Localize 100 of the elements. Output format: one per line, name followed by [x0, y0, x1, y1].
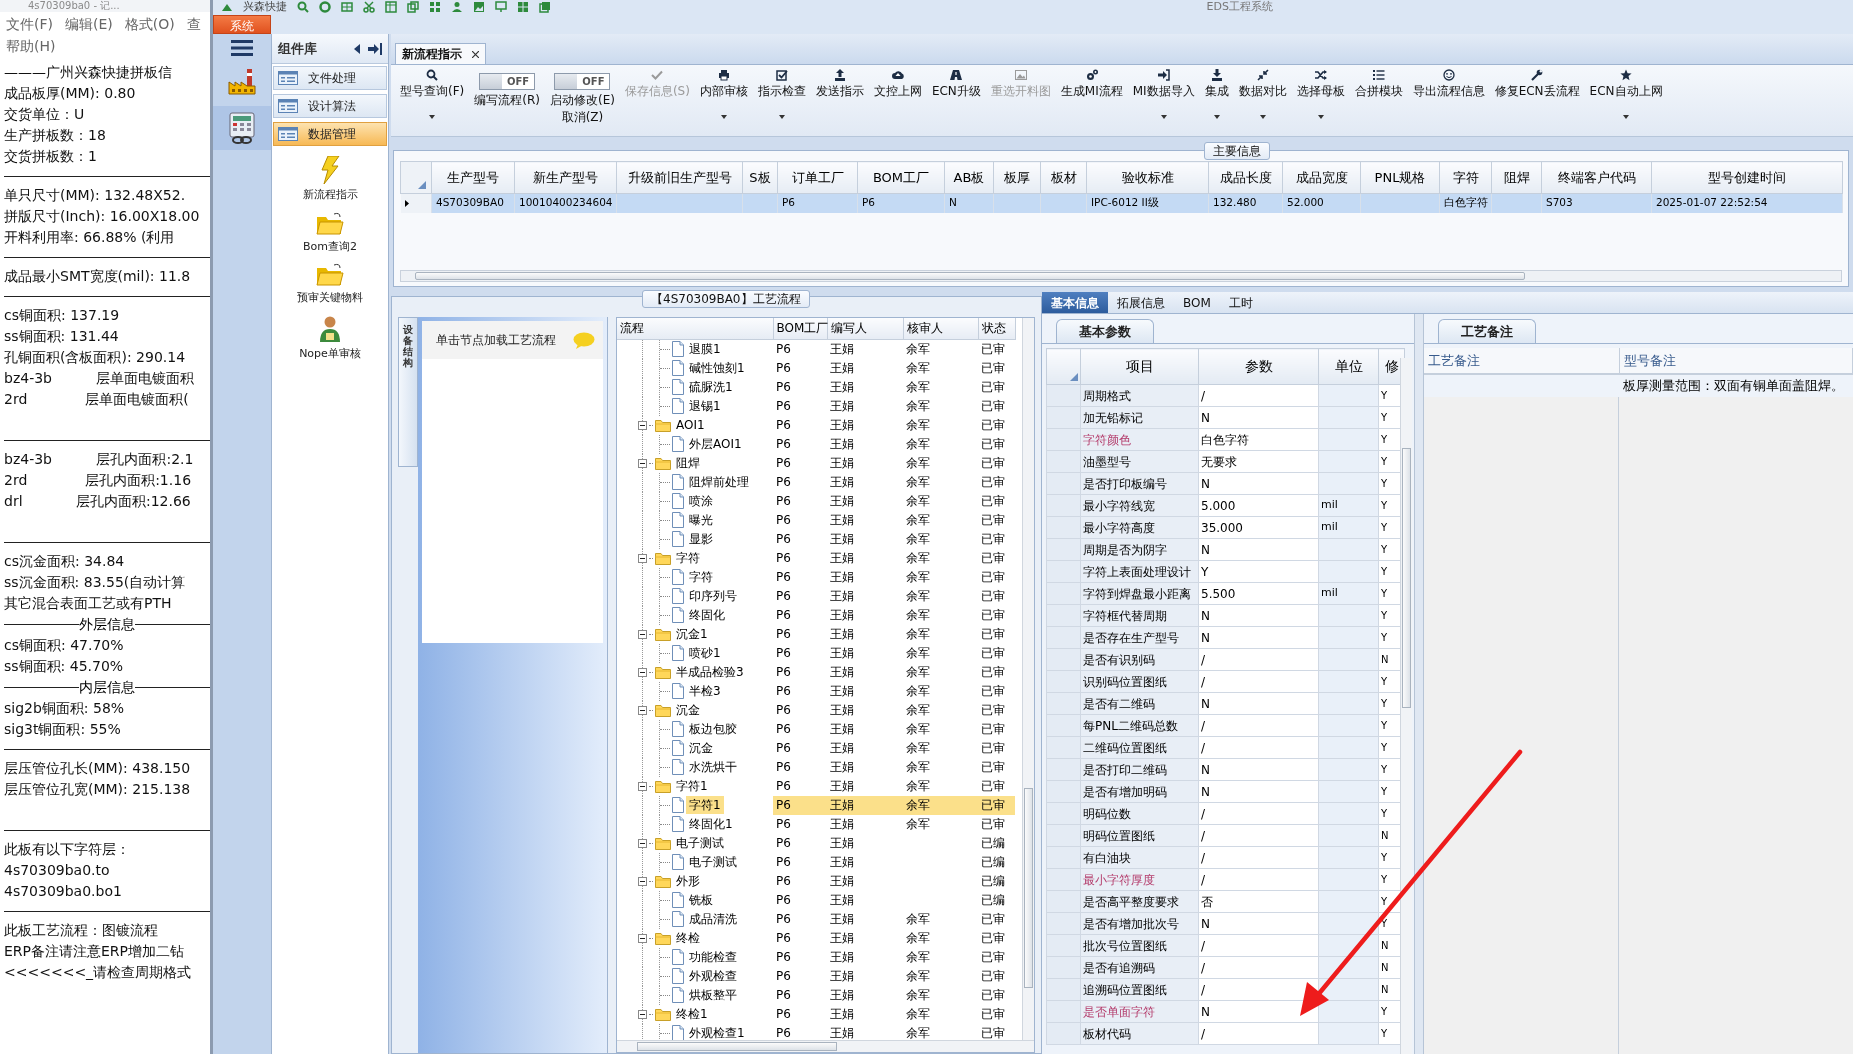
windows-icon[interactable]	[517, 1, 529, 13]
tool-item[interactable]: 预审关键物料	[272, 263, 388, 307]
column-header[interactable]: 新生产型号	[514, 161, 617, 194]
toolbar-button[interactable]: 指示检查	[752, 67, 811, 121]
grid-icon[interactable]	[429, 1, 441, 13]
toolbar-button[interactable]: 集成	[1199, 67, 1234, 121]
column-header[interactable]: 核审人	[903, 318, 978, 339]
collapse-icon[interactable]	[638, 553, 647, 563]
tree-row[interactable]: 碱性蚀刻1 P6 王娟 余军 已审	[617, 358, 1015, 378]
factory-icon[interactable]	[227, 66, 257, 96]
tree-row[interactable]: 印序列号 P6 王娟 余军 已审	[617, 586, 1015, 606]
tree-row[interactable]: 成品清洗 P6 王娟 余军 已审	[617, 909, 1015, 929]
collapse-icon[interactable]	[638, 1009, 647, 1019]
column-header[interactable]: 单位	[1318, 348, 1379, 385]
table-row[interactable]: 4S70309BA0 10010400234604 P6 P6 N IPC-6012 II级 132.480 52.000 白色字符 S703 2025-01-07 22:52:54	[400, 193, 1843, 213]
scrollbar[interactable]	[617, 1040, 1034, 1052]
tree-row[interactable]: 退膜1 P6 王娟 余军 已审	[617, 339, 1015, 359]
scissors-icon[interactable]	[363, 1, 375, 13]
scrollbar[interactable]	[1022, 318, 1034, 1040]
collapse-icon[interactable]	[638, 705, 647, 715]
tree-row[interactable]: 外形 P6 王娟 已编	[617, 871, 1015, 891]
collapse-icon[interactable]	[638, 667, 647, 677]
column-header[interactable]: PNL规格	[1360, 161, 1440, 194]
column-header[interactable]: 验收标准	[1086, 161, 1209, 194]
caret-left-icon[interactable]	[354, 43, 360, 54]
tree-row[interactable]: 板边包胶 P6 王娟 余军 已审	[617, 719, 1015, 739]
tree-row[interactable]: 喷砂1 P6 王娟 余军 已审	[617, 643, 1015, 663]
column-header[interactable]: 参数	[1198, 348, 1319, 385]
tree-row[interactable]: 沉金 P6 王娟 余军 已审	[617, 738, 1015, 758]
collapse-icon[interactable]	[638, 629, 647, 639]
toolbar-button[interactable]: 内部审核	[694, 67, 753, 121]
column-header[interactable]: 工艺备注	[1424, 348, 1619, 374]
tree-row[interactable]: 外层AOI1 P6 王娟 余军 已审	[617, 434, 1015, 454]
side-tab[interactable]: 设备结构	[398, 317, 418, 467]
tree-row[interactable]: 沉金 P6 王娟 余军 已审	[617, 700, 1015, 720]
document-tab[interactable]: 新流程指示	[395, 43, 486, 64]
tree-row[interactable]: 硫脲洗1 P6 王娟 余军 已审	[617, 377, 1015, 397]
toggle-switch[interactable]: OFF	[479, 73, 536, 90]
toolbar-button[interactable]: ECN升级	[926, 67, 986, 100]
menu-item[interactable]: 文件(F)	[6, 14, 53, 34]
person-icon[interactable]	[451, 1, 463, 13]
tree-row[interactable]: 字符1 P6 王娟 余军 已审	[617, 776, 1015, 796]
table-icon[interactable]	[385, 1, 397, 13]
tab[interactable]: 基本信息	[1042, 292, 1108, 313]
menu-item[interactable]: 格式(O)	[124, 14, 175, 34]
collapse-icon[interactable]	[638, 876, 647, 886]
column-header[interactable]: 生产型号	[431, 161, 515, 194]
tree-row[interactable]: 功能检查 P6 王娟 余军 已审	[617, 947, 1015, 967]
tree-row[interactable]: 喷涂 P6 王娟 余军 已审	[617, 491, 1015, 511]
menu-item[interactable]: 帮助(H)	[6, 36, 56, 56]
menu-item[interactable]: 编辑(E)	[65, 14, 113, 34]
monitor-icon[interactable]	[495, 1, 507, 13]
menu-icon[interactable]	[231, 40, 253, 56]
column-header[interactable]: 成品长度	[1208, 161, 1283, 194]
tree-row[interactable]: 字符 P6 王娟 余军 已审	[617, 548, 1015, 568]
tree-row[interactable]: 外观检查 P6 王娟 余军 已审	[617, 966, 1015, 986]
toolbar-button[interactable]: 选择母板	[1291, 67, 1350, 121]
column-header[interactable]: 项目	[1080, 348, 1199, 385]
toolbar-button[interactable]: 发送指示	[810, 67, 869, 100]
tree-row[interactable]: 电子测试 P6 王娟 已编	[617, 852, 1015, 872]
tree-row[interactable]: 烘板整平 P6 王娟 余军 已审	[617, 985, 1015, 1005]
column-header[interactable]: 终端客户代码	[1541, 161, 1652, 194]
tree-row[interactable]: 阻焊前处理 P6 王娟 余军 已审	[617, 472, 1015, 492]
collapse-icon[interactable]	[638, 420, 647, 430]
tree-row[interactable]: 终固化1 P6 王娟 余军 已审	[617, 814, 1015, 834]
toolbar-button[interactable]: 数据对比	[1233, 67, 1292, 121]
panel-tab[interactable]: 基本参数	[1056, 319, 1154, 343]
tree-row[interactable]: 沉金1 P6 王娟 余军 已审	[617, 624, 1015, 644]
column-header[interactable]: AB板	[944, 161, 994, 194]
tree-row[interactable]: 显影 P6 王娟 余军 已审	[617, 529, 1015, 549]
note-field[interactable]	[1424, 396, 1619, 1054]
column-header[interactable]: S板	[742, 161, 778, 194]
copy-icon[interactable]	[407, 1, 419, 13]
tool-item[interactable]: Bom查询2	[272, 211, 388, 255]
toolbar-button[interactable]: 合拼模块	[1349, 67, 1408, 100]
tree-row[interactable]: 水洗烘干 P6 王娟 余军 已审	[617, 757, 1015, 777]
collapse-icon[interactable]	[638, 838, 647, 848]
lifebuoy-icon[interactable]	[319, 1, 331, 13]
column-header[interactable]: 阻焊	[1491, 161, 1542, 194]
tree-row[interactable]: 铣板 P6 王娟 已编	[617, 890, 1015, 910]
column-header[interactable]: 板材	[1040, 161, 1087, 194]
column-header[interactable]: 字符	[1439, 161, 1492, 194]
tree-row[interactable]: 终固化 P6 王娟 余军 已审	[617, 605, 1015, 625]
tree-row[interactable]: 电子测试 P6 王娟 已编	[617, 833, 1015, 853]
column-header[interactable]: 板厚	[993, 161, 1041, 194]
column-header[interactable]: 状态	[978, 318, 1015, 339]
column-header[interactable]: 成品宽度	[1282, 161, 1361, 194]
tab[interactable]: 拓展信息	[1108, 292, 1174, 313]
menu-item[interactable]: 查	[186, 14, 201, 34]
column-header[interactable]: BOM工厂	[857, 161, 945, 194]
column-header[interactable]: 流程	[617, 318, 773, 339]
collapse-icon[interactable]	[638, 933, 647, 943]
tree-row[interactable]: 退锡1 P6 王娟 余军 已审	[617, 396, 1015, 416]
tree-row[interactable]: 终检 P6 王娟 余军 已审	[617, 928, 1015, 948]
panel-tab[interactable]: 工艺备注	[1438, 319, 1536, 343]
picture-frame-icon[interactable]	[473, 1, 485, 13]
copy-icon[interactable]	[539, 1, 551, 13]
search-icon[interactable]	[297, 1, 309, 13]
toolbar-button[interactable]: 型号查询(F)	[395, 67, 470, 121]
toolbar-button[interactable]: MI数据导入	[1127, 67, 1200, 121]
